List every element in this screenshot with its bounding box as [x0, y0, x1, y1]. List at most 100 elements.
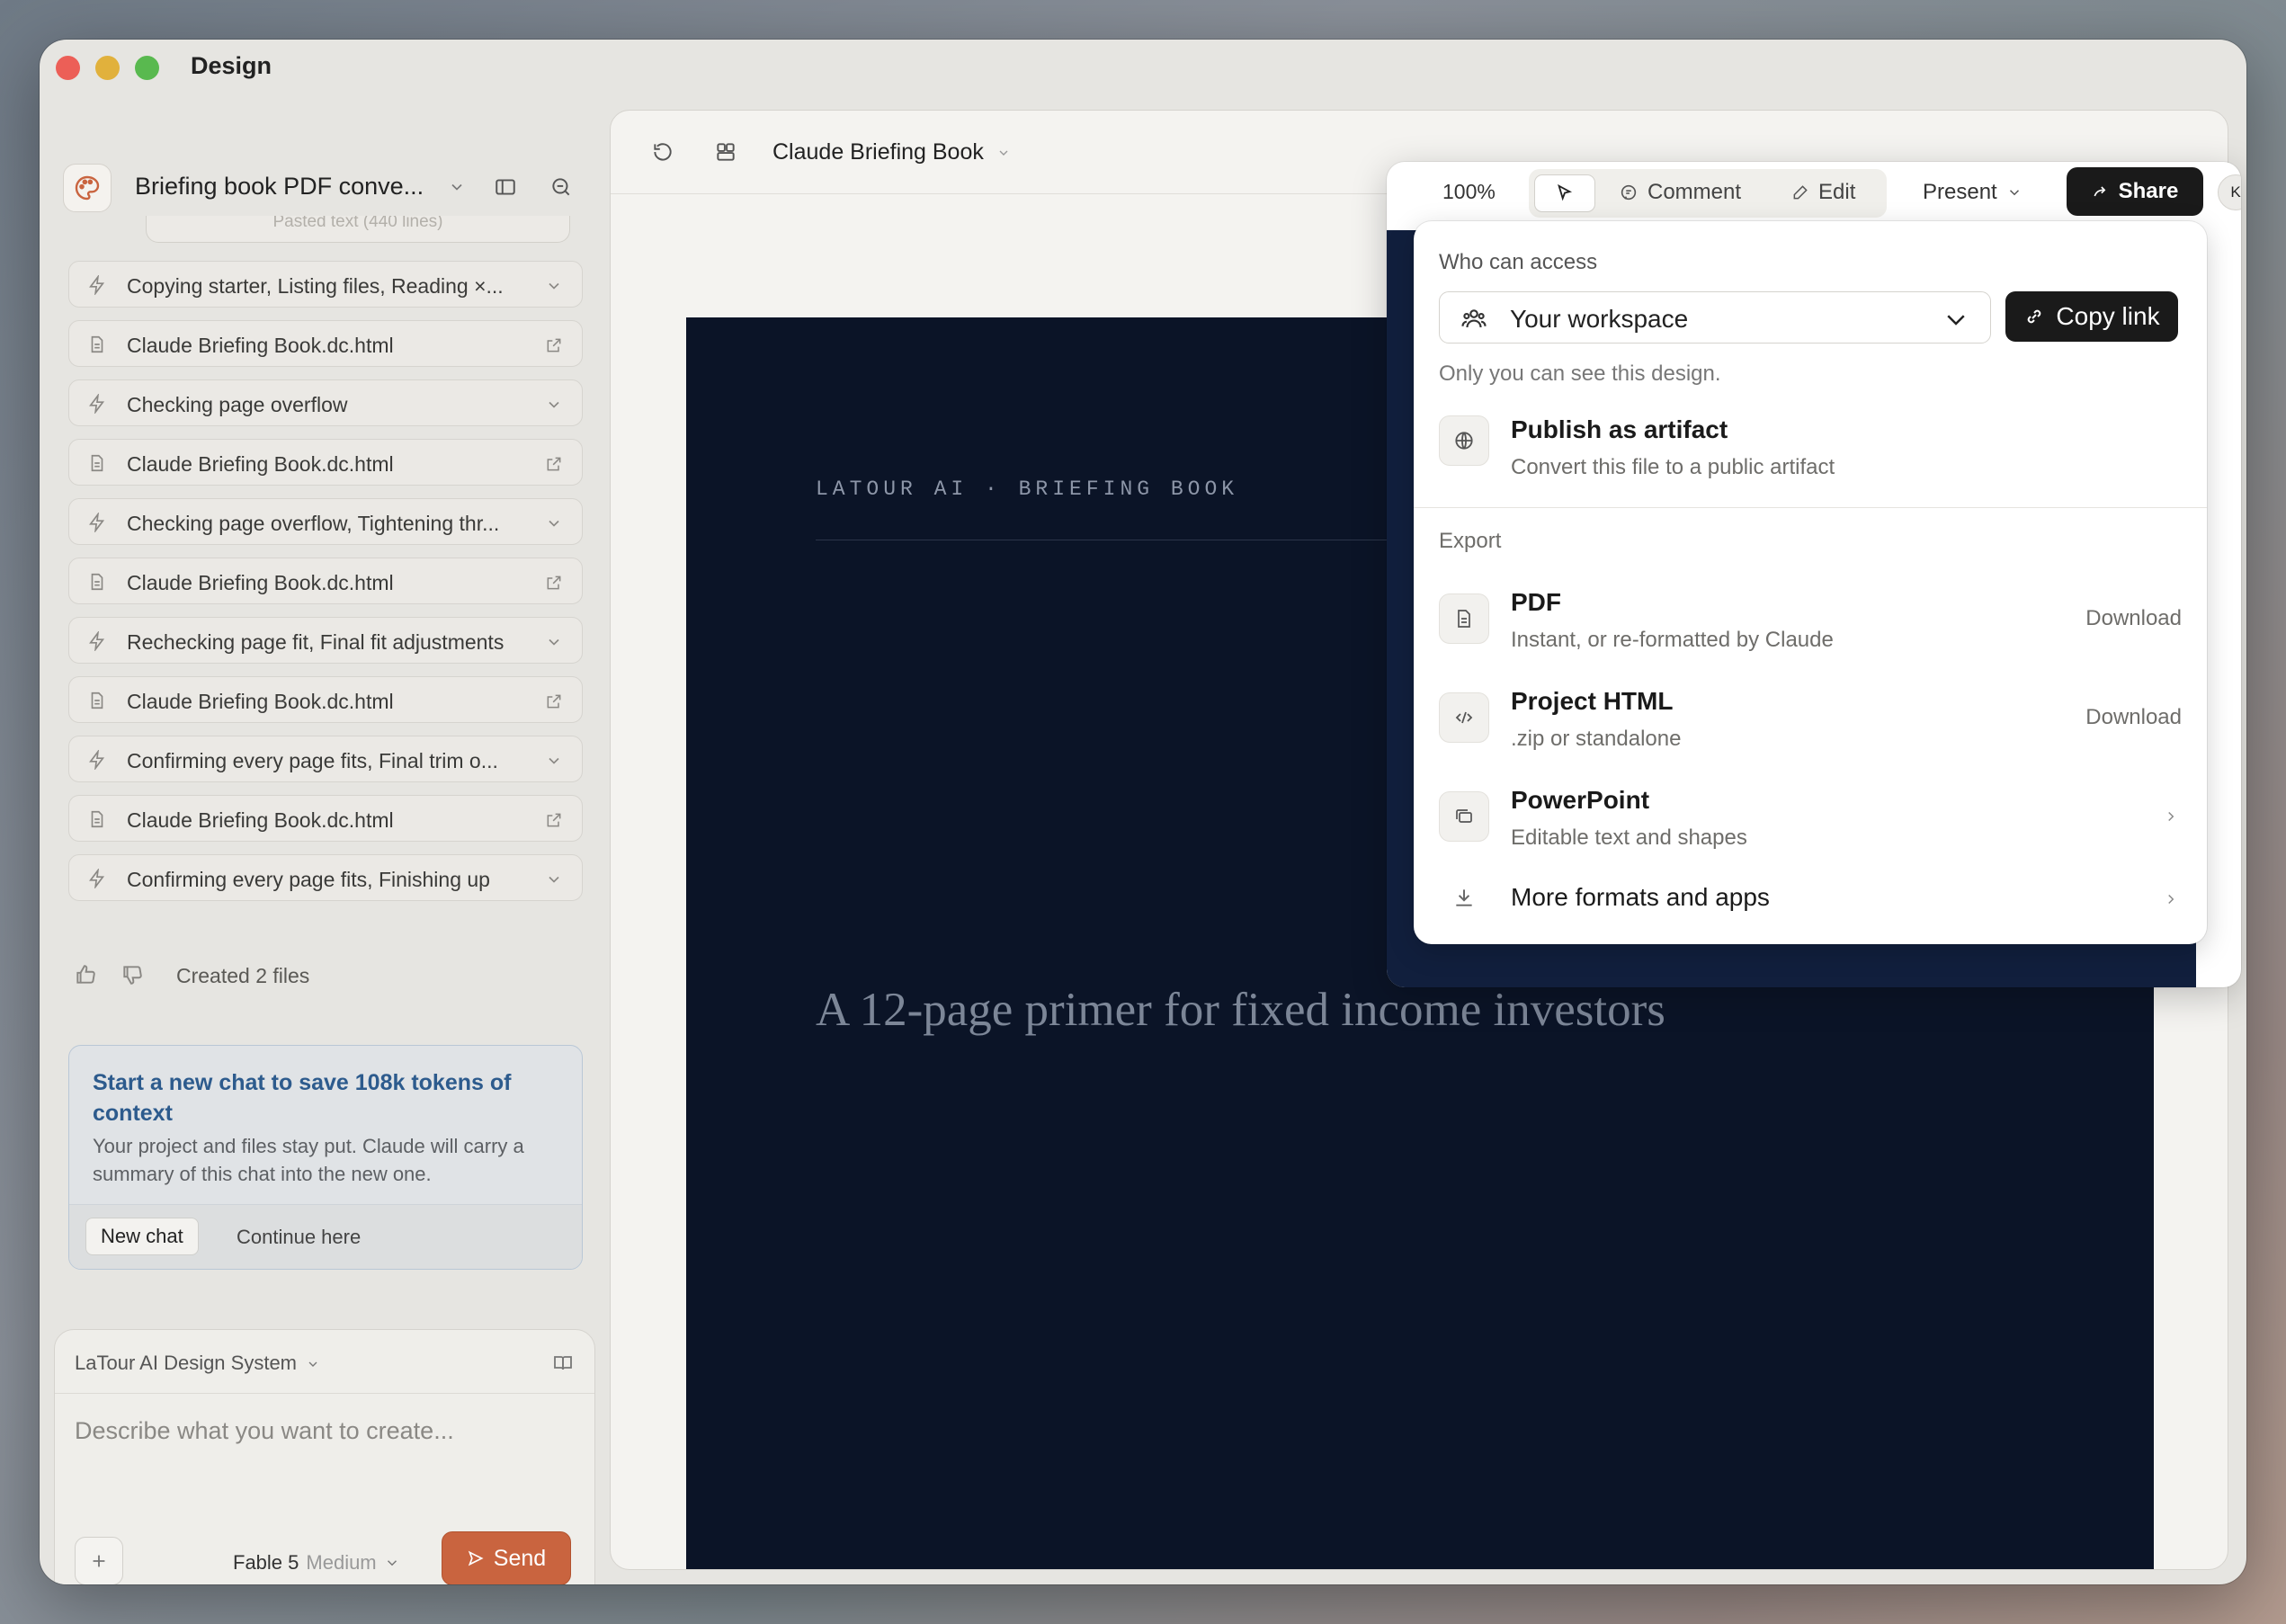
file-item[interactable]: Claude Briefing Book.dc.html — [68, 320, 583, 367]
notice-title: Start a new chat to save 108k tokens of … — [93, 1070, 512, 1126]
file-icon — [85, 451, 109, 475]
html-download-button[interactable]: Download — [2085, 705, 2182, 730]
design-system-select[interactable]: LaTour AI Design System — [75, 1352, 320, 1375]
file-item[interactable]: Claude Briefing Book.dc.html — [68, 795, 583, 842]
pdf-download-button[interactable]: Download — [2085, 606, 2182, 631]
open-external-icon[interactable] — [542, 452, 566, 476]
bolt-icon — [85, 511, 109, 534]
access-value: Your workspace — [1510, 305, 1689, 333]
chevron-down-icon — [2006, 184, 2023, 201]
step-item[interactable]: Confirming every page fits, Finishing up — [68, 854, 583, 901]
pasted-text-chip[interactable]: Pasted text (440 lines) — [146, 216, 570, 243]
title-bar: Design — [40, 40, 2246, 95]
zoom-level[interactable]: 100% — [1442, 180, 1496, 204]
share-button[interactable]: Share — [2067, 167, 2203, 216]
new-chat-button[interactable]: New chat — [85, 1218, 199, 1255]
visibility-note: Only you can see this design. — [1439, 361, 1721, 386]
step-item[interactable]: Rechecking page fit, Final fit adjustmen… — [68, 617, 583, 664]
chevron-down-icon[interactable] — [542, 274, 566, 298]
step-item[interactable]: Confirming every page fits, Final trim o… — [68, 736, 583, 782]
present-label: Present — [1923, 180, 1997, 204]
design-system-label: LaTour AI Design System — [75, 1352, 298, 1374]
mode-switcher: Comment Edit — [1529, 169, 1887, 218]
zoom-window-button[interactable] — [135, 56, 159, 80]
file-item[interactable]: Claude Briefing Book.dc.html — [68, 676, 583, 723]
thumbs-down-icon[interactable] — [121, 959, 144, 991]
chevron-down-icon[interactable] — [542, 630, 566, 654]
model-selector[interactable]: Fable 5 Medium — [233, 1551, 400, 1575]
refresh-icon[interactable] — [647, 136, 679, 168]
close-window-button[interactable] — [56, 56, 80, 80]
select-tool-button[interactable] — [1534, 174, 1595, 212]
model-name: Fable 5 — [233, 1551, 299, 1574]
components-icon[interactable] — [710, 136, 742, 168]
chevron-down-icon[interactable] — [542, 749, 566, 772]
prompt-input[interactable] — [75, 1405, 560, 1456]
thumbs-up-icon[interactable] — [74, 959, 97, 991]
share-arrow-icon — [2092, 183, 2110, 201]
chevron-down-icon — [384, 1555, 400, 1571]
present-button[interactable]: Present — [1923, 180, 2023, 205]
continue-here-button[interactable]: Continue here — [237, 1226, 361, 1249]
avatar[interactable]: K — [2218, 174, 2241, 210]
bolt-icon — [85, 867, 109, 890]
step-label: Confirming every page fits, Final trim o… — [127, 749, 498, 772]
palette-icon[interactable] — [63, 164, 112, 212]
bolt-icon — [85, 273, 109, 297]
comment-label: Comment — [1648, 180, 1742, 204]
link-icon — [2023, 306, 2045, 327]
export-title: Project HTML — [1511, 687, 1674, 715]
add-attachment-button[interactable] — [75, 1537, 123, 1584]
page-eyebrow: LATOUR AI · BRIEFING BOOK — [816, 477, 1239, 501]
chat-sidebar: Briefing book PDF conve... Pasted text (… — [40, 95, 615, 1584]
chevron-down-icon[interactable] — [542, 393, 566, 416]
new-chat-icon[interactable] — [545, 171, 577, 203]
step-label: Checking page overflow, Tightening thr..… — [127, 512, 500, 535]
composer: LaTour AI Design System Fable 5 Medium S… — [54, 1329, 595, 1584]
pointer-icon — [1555, 183, 1575, 203]
step-label: Checking page overflow — [127, 393, 348, 416]
pdf-file-icon — [1439, 593, 1489, 644]
file-icon — [85, 808, 109, 831]
open-external-icon[interactable] — [542, 571, 566, 594]
step-label: Confirming every page fits, Finishing up — [127, 868, 490, 891]
chevron-down-icon — [306, 1357, 320, 1371]
sidebar-toggle-icon[interactable] — [489, 171, 522, 203]
step-item[interactable]: Checking page overflow — [68, 379, 583, 426]
pasted-text-label: Pasted text (440 lines) — [272, 216, 443, 231]
copy-link-button[interactable]: Copy link — [2005, 291, 2178, 342]
new-chat-notice: Start a new chat to save 108k tokens of … — [68, 1045, 583, 1270]
export-subtitle: Instant, or re-formatted by Claude — [1511, 628, 1834, 652]
minimize-window-button[interactable] — [95, 56, 120, 80]
send-button[interactable]: Send — [442, 1531, 571, 1584]
project-title[interactable]: Briefing book PDF conve... — [135, 173, 424, 201]
open-external-icon[interactable] — [542, 334, 566, 357]
publish-subtitle: Convert this file to a public artifact — [1511, 455, 1835, 479]
document-title-select[interactable]: Claude Briefing Book — [772, 139, 1011, 165]
step-item[interactable]: Copying starter, Listing files, Reading … — [68, 261, 583, 308]
book-icon[interactable] — [551, 1352, 575, 1375]
step-label: Copying starter, Listing files, Reading … — [127, 274, 504, 298]
app-window: Design Briefing book PDF conve... Pasted… — [40, 40, 2246, 1584]
comment-mode-button[interactable]: Comment — [1619, 180, 1741, 205]
model-effort: Medium — [306, 1551, 377, 1574]
open-external-icon[interactable] — [542, 690, 566, 713]
chevron-down-icon[interactable] — [542, 868, 566, 891]
file-label: Claude Briefing Book.dc.html — [127, 808, 394, 832]
open-external-icon[interactable] — [542, 808, 566, 832]
step-item[interactable]: Checking page overflow, Tightening thr..… — [68, 498, 583, 545]
who-can-access-label: Who can access — [1439, 250, 1598, 274]
project-menu-chevron-icon[interactable] — [441, 171, 473, 203]
edit-label: Edit — [1818, 180, 1856, 204]
chevron-down-icon[interactable] — [542, 512, 566, 535]
send-label: Send — [493, 1545, 547, 1571]
export-title: PowerPoint — [1511, 786, 1650, 814]
file-item[interactable]: Claude Briefing Book.dc.html — [68, 439, 583, 486]
file-item[interactable]: Claude Briefing Book.dc.html — [68, 558, 583, 604]
slides-icon — [1439, 791, 1489, 842]
bolt-icon — [85, 392, 109, 415]
people-icon — [1460, 304, 1488, 333]
edit-mode-button[interactable]: Edit — [1791, 180, 1855, 205]
access-select[interactable]: Your workspace — [1439, 291, 1991, 344]
composer-divider — [55, 1393, 594, 1394]
